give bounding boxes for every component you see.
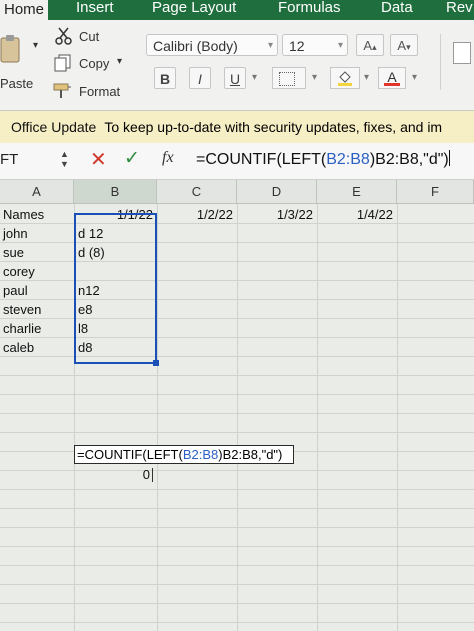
chevron-down-icon[interactable]: ▾ — [117, 56, 122, 67]
cell-a5[interactable]: paul — [3, 281, 28, 300]
font-color-swatch — [384, 83, 400, 86]
chevron-down-icon[interactable]: ▾ — [412, 72, 417, 83]
column-header-b[interactable]: B — [74, 180, 157, 204]
shrink-font-button[interactable]: A▾ — [390, 34, 418, 56]
bold-button[interactable]: B — [154, 67, 176, 89]
grow-font-button[interactable]: A▴ — [356, 34, 384, 56]
paste-label: Paste — [0, 76, 34, 91]
column-divider — [237, 204, 238, 631]
column-header-a[interactable]: A — [0, 180, 74, 204]
chevron-down-icon: ▾ — [337, 40, 343, 51]
tab-data[interactable]: Data — [381, 0, 413, 18]
fill-color-button[interactable] — [330, 67, 360, 89]
font-color-button[interactable]: A — [378, 67, 406, 89]
stepper-icon[interactable]: ▲ ▼ — [60, 149, 69, 169]
office-update-bar: Office Update To keep up-to-date with sec… — [0, 111, 474, 144]
font-name-select[interactable]: Calibri (Body) ▾ — [146, 34, 278, 56]
font-size-select[interactable]: 12 ▾ — [282, 34, 348, 56]
cell-a3[interactable]: sue — [3, 243, 24, 262]
edit-formula-text: =COUNTIF(LEFT( — [77, 447, 183, 462]
column-header-c[interactable]: C — [157, 180, 237, 204]
clipboard-icon — [0, 35, 20, 63]
italic-button[interactable]: I — [189, 67, 211, 89]
grow-font-label: A — [363, 38, 373, 53]
edit-formula-text: )B2:B8,"d") — [218, 447, 283, 462]
worksheet-grid[interactable]: A B C D E F Names 1/1/22 1/2/22 1/3/22 1… — [0, 180, 474, 631]
wrap-text-button[interactable] — [440, 34, 474, 90]
format-painter-icon — [53, 83, 71, 98]
cell-a6[interactable]: steven — [3, 300, 41, 319]
underline-button[interactable]: U — [224, 67, 246, 89]
cell-b16-result[interactable]: 0 — [74, 465, 150, 484]
font-name-value: Calibri (Body) — [153, 38, 238, 54]
formula-input[interactable]: =COUNTIF(LEFT(B2:B8)B2:B8,"d") — [196, 150, 450, 169]
chevron-down-icon[interactable]: ▾ — [364, 72, 369, 83]
cut-button[interactable]: Cut — [79, 29, 99, 44]
formula-range-ref: B2:B8 — [326, 151, 370, 168]
copy-button[interactable]: Copy — [79, 56, 109, 71]
enter-check-icon[interactable]: ✓ — [124, 147, 140, 170]
fill-handle[interactable] — [153, 360, 159, 366]
formula-text: =COUNTIF(LEFT( — [196, 151, 327, 168]
tab-insert[interactable]: Insert — [76, 0, 114, 18]
name-box[interactable]: FT — [0, 151, 18, 168]
update-title: Office Update — [11, 119, 97, 135]
column-divider — [317, 204, 318, 631]
caret-down-icon: ▾ — [406, 42, 411, 52]
tab-page-layout[interactable]: Page Layout — [152, 0, 236, 18]
tab-formulas[interactable]: Formulas — [278, 0, 341, 18]
text-cursor — [448, 150, 450, 166]
cell-c1[interactable]: 1/2/22 — [157, 205, 233, 224]
fx-button[interactable]: fx — [162, 149, 174, 167]
column-header-d[interactable]: D — [237, 180, 317, 204]
borders-button[interactable] — [272, 67, 306, 89]
cell-a4[interactable]: corey — [3, 262, 35, 281]
shrink-font-label: A — [397, 38, 407, 53]
cell-a8[interactable]: caleb — [3, 338, 34, 357]
result-cell-cursor — [152, 468, 153, 482]
copy-icon — [54, 54, 71, 72]
ribbon-home: Paste ▾ Cut Copy ▾ Format Calibri (Body)… — [0, 20, 474, 111]
column-header-f[interactable]: F — [397, 180, 474, 204]
cancel-icon[interactable]: ✕ — [90, 147, 107, 172]
ribbon-tabs: Home Insert Page Layout Formulas Data Re… — [0, 0, 474, 22]
border-icon — [279, 72, 295, 86]
edit-formula-range-ref: B2:B8 — [182, 447, 219, 462]
cell-a7[interactable]: charlie — [3, 319, 41, 338]
tab-home[interactable]: Home — [0, 0, 49, 22]
column-header-e[interactable]: E — [317, 180, 397, 204]
column-divider — [157, 204, 158, 631]
column-divider — [397, 204, 398, 631]
tab-review[interactable]: Rev — [446, 0, 473, 18]
chevron-down-icon[interactable]: ▾ — [252, 72, 257, 83]
formula-text: )B2:B8,"d") — [369, 151, 449, 168]
chevron-down-icon[interactable]: ▾ — [33, 40, 38, 51]
wrap-icon — [453, 42, 471, 64]
editing-cell-b15[interactable]: =COUNTIF(LEFT(B2:B8)B2:B8,"d") — [74, 445, 294, 464]
cell-d1[interactable]: 1/3/22 — [237, 205, 313, 224]
paint-bucket-icon — [338, 71, 352, 86]
update-message: To keep up-to-date with security updates… — [104, 119, 443, 135]
format-painter-button[interactable]: Format — [79, 84, 120, 99]
cell-e1[interactable]: 1/4/22 — [317, 205, 393, 224]
font-size-value: 12 — [289, 38, 305, 54]
paste-button[interactable]: Paste — [0, 28, 34, 98]
cell-a2[interactable]: john — [3, 224, 28, 243]
chevron-down-icon[interactable]: ▾ — [312, 72, 317, 83]
scissors-icon — [55, 27, 72, 45]
chevron-down-icon: ▾ — [267, 40, 273, 51]
formula-bar: FT ▲ ▼ ✕ ✓ fx =COUNTIF(LEFT(B2:B8)B2:B8,"… — [0, 143, 474, 180]
selected-range-b2-b8 — [74, 213, 157, 364]
cell-a1[interactable]: Names — [3, 205, 44, 224]
caret-up-icon: ▴ — [372, 42, 377, 52]
